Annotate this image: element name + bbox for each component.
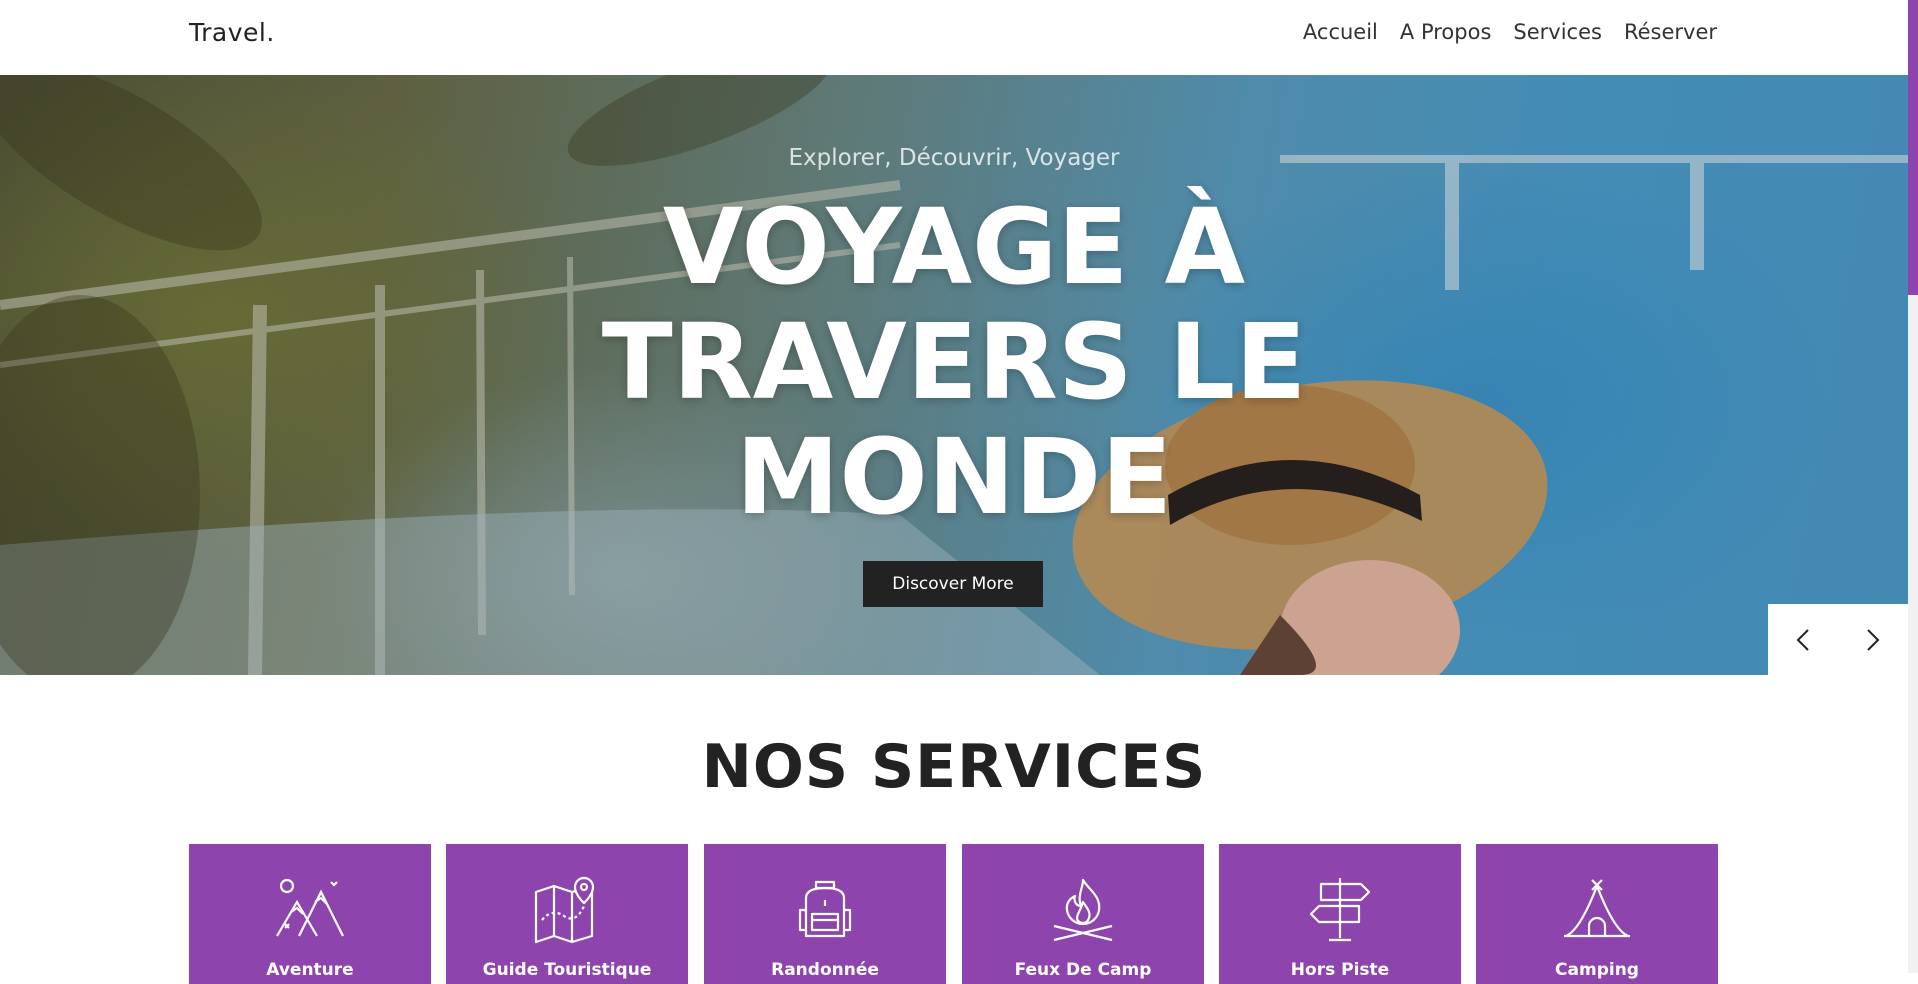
nav-link-a-propos[interactable]: A Propos — [1400, 20, 1491, 44]
nav-link-reserver[interactable]: Réserver — [1624, 20, 1717, 44]
service-card-aventure[interactable]: Aventure — [189, 844, 431, 984]
nav-link-services[interactable]: Services — [1513, 20, 1602, 44]
backpack-icon — [798, 880, 852, 938]
mountains-icon — [276, 878, 344, 937]
hero-title: VOYAGE À TRAVERS LE MONDE — [554, 190, 1354, 535]
tent-icon — [1564, 879, 1630, 938]
services-grid: Aventure Guide Touristique Randonnée Feu… — [189, 844, 1718, 984]
service-label: Hors Piste — [1290, 960, 1390, 980]
service-label: Feux De Camp — [1014, 960, 1152, 980]
slider-prev-button[interactable] — [1768, 604, 1838, 675]
service-label: Randonnée — [771, 960, 879, 980]
nav-link-accueil[interactable]: Accueil — [1303, 20, 1378, 44]
hero-title-line-1: VOYAGE À — [662, 186, 1246, 308]
service-label: Guide Touristique — [482, 960, 652, 980]
map-pin-icon — [534, 876, 595, 944]
navbar: Travel. Accueil A Propos Services Réserv… — [0, 0, 1908, 75]
signpost-icon — [1309, 878, 1371, 942]
scrollbar-thumb[interactable] — [1908, 0, 1918, 295]
nav-links: Accueil A Propos Services Réserver — [1303, 20, 1717, 44]
chevron-left-icon — [1796, 628, 1809, 651]
campfire-icon — [1053, 878, 1113, 942]
chevron-right-icon — [1867, 628, 1880, 651]
brand-logo[interactable]: Travel. — [189, 18, 275, 47]
service-card-hors-piste[interactable]: Hors Piste — [1219, 844, 1461, 984]
service-card-guide-touristique[interactable]: Guide Touristique — [446, 844, 688, 984]
discover-more-button[interactable]: Discover More — [863, 561, 1043, 607]
service-card-camping[interactable]: Camping — [1476, 844, 1718, 984]
slider-next-button[interactable] — [1838, 604, 1908, 675]
hero-title-line-3: MONDE — [735, 416, 1173, 538]
service-card-feux-de-camp[interactable]: Feux De Camp — [962, 844, 1204, 984]
services-title: NOS SERVICES — [701, 732, 1207, 802]
slider-controls — [1768, 604, 1908, 675]
hero-slide: Explorer, Découvrir, Voyager VOYAGE À TR… — [0, 75, 1908, 675]
hero-title-line-2: TRAVERS LE — [601, 301, 1307, 423]
page-scrollbar[interactable] — [1908, 0, 1918, 973]
service-card-randonnee[interactable]: Randonnée — [704, 844, 946, 984]
service-label: Aventure — [266, 960, 354, 980]
hero-kicker: Explorer, Découvrir, Voyager — [788, 145, 1120, 171]
service-label: Camping — [1555, 960, 1639, 980]
